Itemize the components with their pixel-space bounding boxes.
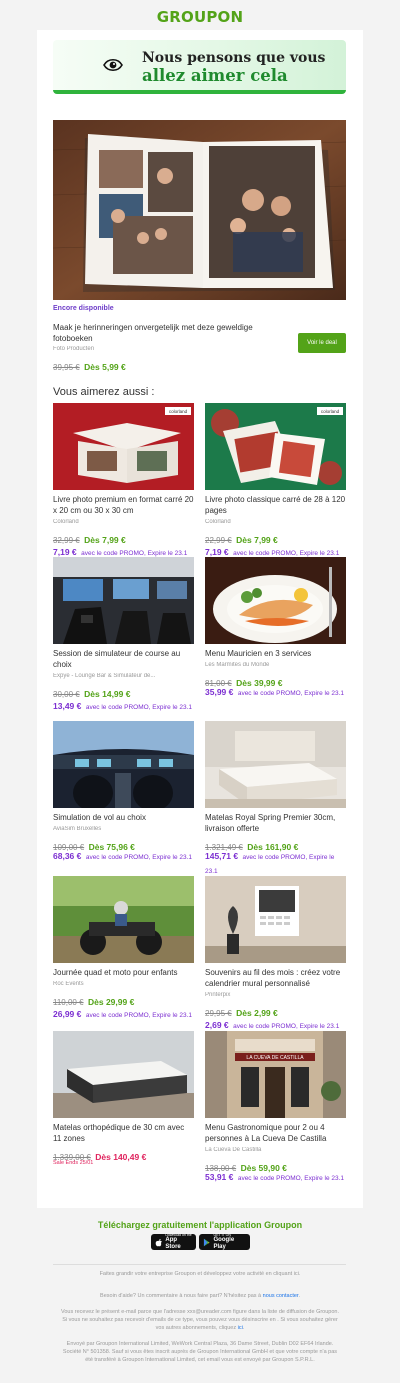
deal-title[interactable]: Simulation de vol au choix [53,812,194,823]
deal-merchant: Colorland [53,519,79,525]
deal-merchant: Expye - Lounge Bar & Simulateur de... [53,673,156,679]
featured-title[interactable]: Maak je herinneringen onvergetelijk met … [53,322,288,344]
deal-promo-price: 2,69 € [205,1020,229,1030]
deal-promo-row: 68,36 € avec le code PROMO, Expire le 23… [53,849,194,863]
featured-price-row: 39,95 € Dès 5,99 € [53,357,126,375]
deal-image[interactable] [53,557,194,644]
deal-title[interactable]: Session de simulateur de course au choix [53,648,194,670]
deal-title[interactable]: Journée quad et moto pour enfants [53,967,194,978]
deal-title[interactable]: Livre photo premium en format carré 20 x… [53,494,194,516]
deal-title[interactable]: Menu Gastronomique pour 2 ou 4 personnes… [205,1122,346,1144]
deal-title[interactable]: Menu Mauricien en 3 services [205,648,346,659]
deal-promo-text: avec le code PROMO, Expire le 23.1 [85,1012,193,1019]
app-heading: Téléchargez gratuitement l'application G… [97,1220,303,1230]
deal-merchant: La Cueva De Castilla [205,1147,262,1153]
deal-promo-price: 35,99 € [205,687,234,697]
footer-notice-text: Vous recevez le présent e-mail parce que… [60,1309,340,1331]
app-store-button[interactable]: Download on the App Store [151,1233,196,1250]
deal-image[interactable] [53,721,194,808]
deal-image[interactable] [53,876,194,963]
hero-line-2: allez aimer cela [142,66,288,85]
deal-promo-price: 7,19 € [205,547,229,557]
deal-promo-price: 13,49 € [53,701,82,711]
footer-legal-text: Envoyé par Groupon International Limited… [62,1341,338,1363]
hero-banner: Nous pensons que vous allez aimer cela [53,40,346,94]
colorland-tag: colorland [169,409,188,414]
deal-promo-price: 7,19 € [53,547,77,557]
deal-merchant: Les Marmites du Monde [205,662,270,668]
hero-line-1: Nous pensons que vous [142,50,326,66]
deal-promo-price: 145,71 € [205,851,239,861]
deal-image[interactable]: colorland [53,403,194,490]
deal-promo-row: 13,49 € avec le code PROMO, Expire le 23… [53,696,203,714]
deal-merchant: Printerpix [205,992,231,998]
deal-price: Dès 140,49 € [95,1152,147,1162]
featured-merchant: Foto Producten [53,346,95,352]
deal-merchant: Colorland [205,519,231,525]
featured-price: Dès 5,99 € [84,362,126,372]
deal-promo-price: 68,36 € [53,851,82,861]
footer-notice-end: . [242,1325,245,1331]
deal-image[interactable] [205,876,346,963]
deal-promo-text: avec le code PROMO, Expire le 23.1 [233,550,340,557]
deal-image[interactable]: LA CUEVA DE CASTILLA [205,1031,346,1118]
deal-title[interactable]: Souvenirs au fil des mois : créez votre … [205,967,346,989]
footer-help: Besoin d'aide? Un commentaire à nous fai… [60,1292,340,1300]
deal-promo-row: 145,71 € avec le code PROMO, Expire le 2… [205,849,346,877]
availability-label: Encore disponible [53,305,114,312]
play-icon [203,1238,210,1246]
deal-promo-text: avec le code PROMO, Expire le 23.1 [85,854,193,861]
deal-promo-text: avec le code PROMO, Expire le 23.1 [81,550,188,557]
deal-image[interactable] [205,721,346,808]
groupon-logo[interactable]: GROUPON [0,8,400,26]
deal-promo-price: 26,99 € [53,1009,82,1019]
footer-help-end: . [298,1293,300,1299]
deal-promo-price: 53,91 € [205,1172,234,1182]
google-play-button[interactable]: GET IT ON Google Play [199,1233,250,1250]
google-play-label: Google Play [213,1237,235,1250]
contact-link[interactable]: nous contacter [263,1293,299,1299]
deal-promo-text: avec le code PROMO, Expire le 23.1 [237,1175,345,1182]
apple-icon [155,1238,162,1246]
section-title: Vous aimerez aussi : [53,386,155,398]
deal-merchant: Roc Events [53,981,84,987]
footer-business-text[interactable]: Faites grandir votre entreprise Groupon … [60,1270,340,1278]
deal-promo-row: 26,99 € avec le code PROMO, Expire le 23… [53,1004,203,1022]
footer-notice: Vous recevez le présent e-mail parce que… [60,1308,340,1332]
deal-promo-text: avec le code PROMO, Expire le 23.1 [85,704,193,711]
deal-promo-row: 35,99 € avec le code PROMO, Expire le 23… [205,685,346,699]
eye-icon [103,58,123,72]
featured-original-price: 39,95 € [53,363,80,372]
deal-image[interactable] [53,1031,194,1118]
deal-image[interactable]: colorland [205,403,346,490]
footer-help-text: Besoin d'aide? Un commentaire à nous fai… [100,1293,262,1299]
deal-title[interactable]: Livre photo classique carré de 28 à 120 … [205,494,346,516]
colorland-tag: colorland [321,409,340,414]
deal-image[interactable] [205,557,346,644]
deal-promo-text: avec le code PROMO, Expire le 23.1 [233,1023,340,1030]
footer-divider [53,1264,346,1265]
deal-merchant: AviaSim Bruxelles [53,826,102,832]
deal-promo-row: 53,91 € avec le code PROMO, Expire le 23… [205,1170,346,1184]
app-store-label: App Store [165,1237,181,1250]
deal-title[interactable]: Matelas orthopédique de 30 cm avec 11 zo… [53,1122,194,1144]
deal-title[interactable]: Matelas Royal Spring Premier 30cm, livra… [205,812,346,834]
deal-promo-text: avec le code PROMO, Expire le 23.1 [237,690,345,697]
view-deal-button[interactable]: Voir le deal [298,333,346,353]
restaurant-sign: LA CUEVA DE CASTILLA [246,1055,304,1061]
featured-deal-image[interactable] [53,120,346,300]
sale-ends-label: Sale Ends 25/01 [53,1160,94,1166]
